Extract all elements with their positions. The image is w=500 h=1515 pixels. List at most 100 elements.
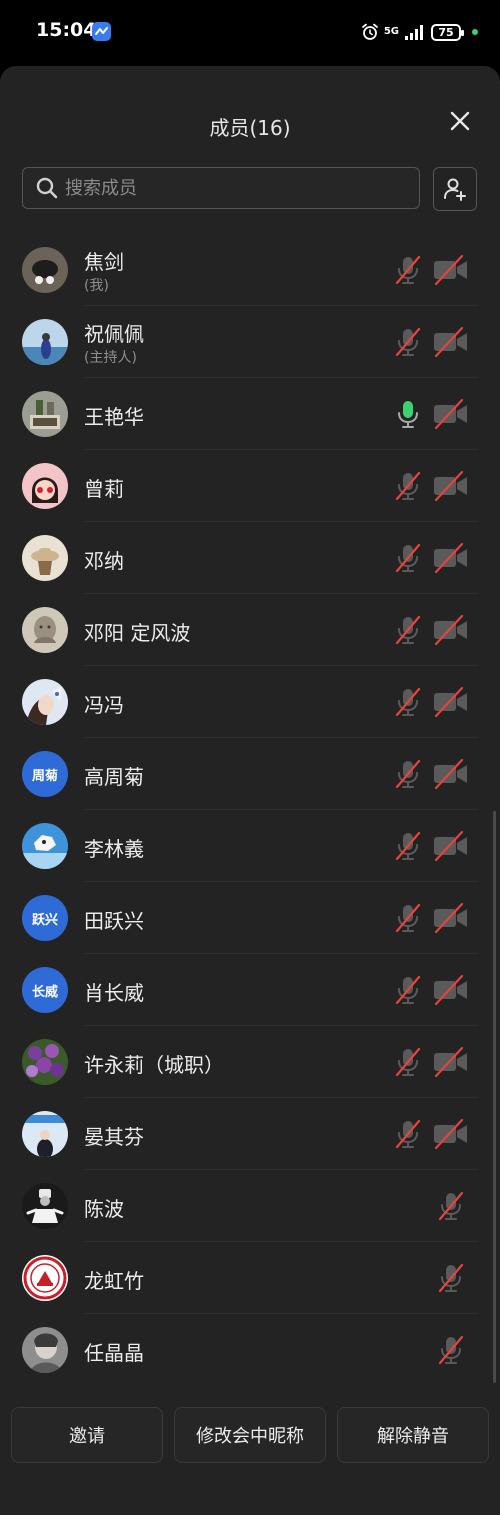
member-row[interactable]: 龙虹竹 [0,1242,500,1314]
mic-muted-icon[interactable] [390,612,426,648]
network-type: 5G [383,26,399,37]
member-name: 冯冯 [84,693,124,717]
member-row[interactable]: 许永莉（城职） [0,1026,500,1098]
avatar [22,1255,68,1301]
member-name: 邓纳 [84,549,124,573]
member-row[interactable]: 晏其芬 [0,1098,500,1170]
mic-muted-icon[interactable] [390,684,426,720]
camera-off-icon[interactable] [432,684,470,720]
alarm-icon [361,23,378,40]
close-button[interactable] [445,106,475,136]
mic-muted-icon[interactable] [390,828,426,864]
member-row[interactable]: 祝佩佩 (主持人) [0,306,500,378]
member-row[interactable]: 周菊 高周菊 [0,738,500,810]
member-name: 许永莉（城职） [84,1053,224,1077]
member-row[interactable]: 曾莉 [0,450,500,522]
member-name: 晏其芬 [84,1125,144,1149]
invite-button[interactable]: 邀请 [11,1407,163,1463]
close-icon [450,111,470,131]
mic-active-icon[interactable] [390,396,426,432]
member-name: 王艳华 [84,405,144,429]
add-user-icon [444,178,466,201]
member-name: 田跃兴 [84,909,144,933]
member-row[interactable]: 陈波 [0,1170,500,1242]
member-row[interactable]: 邓阳 定风波 [0,594,500,666]
panel-title: 成员(16) [209,116,291,140]
member-name: 龙虹竹 [84,1269,144,1293]
unmute-button[interactable]: 解除静音 [337,1407,489,1463]
avatar [22,247,68,293]
mic-muted-icon[interactable] [390,900,426,936]
camera-off-icon[interactable] [432,468,470,504]
avatar: 跃兴 [22,895,68,941]
mic-muted-icon[interactable] [390,324,426,360]
avatar [22,1183,68,1229]
member-name: 肖长威 [84,981,144,1005]
signal-icon [405,25,423,40]
member-name: 焦剑 [84,250,124,274]
camera-off-icon[interactable] [432,396,470,432]
member-row[interactable]: 冯冯 [0,666,500,738]
avatar [22,1039,68,1085]
member-row[interactable]: 长威 肖长威 [0,954,500,1026]
member-name: 高周菊 [84,765,144,789]
app-notification-icon [92,22,111,41]
mic-muted-icon[interactable] [390,252,426,288]
charging-indicator [472,29,478,35]
member-row[interactable]: 李林義 [0,810,500,882]
camera-off-icon[interactable] [432,900,470,936]
camera-off-icon[interactable] [432,756,470,792]
avatar [22,1327,68,1373]
member-name: 陈波 [84,1197,124,1221]
member-role: (主持人) [84,350,137,366]
mic-muted-icon[interactable] [433,1332,469,1368]
member-name: 任晶晶 [84,1341,144,1365]
member-name: 邓阳 定风波 [84,621,191,645]
camera-off-icon[interactable] [432,1044,470,1080]
mic-muted-icon[interactable] [390,972,426,1008]
camera-off-icon[interactable] [432,324,470,360]
mic-muted-icon[interactable] [390,540,426,576]
mic-muted-icon[interactable] [390,1116,426,1152]
camera-off-icon[interactable] [432,540,470,576]
member-row[interactable]: 焦剑 (我) [0,234,500,306]
add-member-button[interactable] [433,167,477,211]
scrollbar[interactable] [493,811,496,1383]
member-name: 祝佩佩 [84,322,144,346]
member-name: 曾莉 [84,477,124,501]
member-row[interactable]: 邓纳 [0,522,500,594]
mic-muted-icon[interactable] [433,1260,469,1296]
mic-muted-icon[interactable] [390,1044,426,1080]
mic-muted-icon[interactable] [390,756,426,792]
battery-icon: 75 [431,23,464,41]
avatar [22,463,68,509]
mic-muted-icon[interactable] [390,468,426,504]
camera-off-icon[interactable] [432,828,470,864]
member-row[interactable]: 跃兴 田跃兴 [0,882,500,954]
member-row[interactable]: 王艳华 [0,378,500,450]
camera-off-icon[interactable] [432,252,470,288]
status-time: 15:04 [36,19,97,41]
search-icon [36,177,58,199]
search-box[interactable] [22,167,420,209]
avatar: 长威 [22,967,68,1013]
member-list: 焦剑 (我) 祝佩佩 (主持人) 王艳华 曾莉 邓纳 邓阳 定风波 冯冯 周菊 … [0,234,500,1386]
avatar [22,679,68,725]
camera-off-icon[interactable] [432,972,470,1008]
camera-off-icon[interactable] [432,1116,470,1152]
avatar [22,535,68,581]
avatar [22,823,68,869]
status-bar: 15:04 5G 75 [0,0,500,64]
member-row[interactable]: 任晶晶 [0,1314,500,1386]
avatar: 周菊 [22,751,68,797]
camera-off-icon[interactable] [432,612,470,648]
avatar [22,319,68,365]
avatar [22,1111,68,1157]
avatar [22,391,68,437]
mic-muted-icon[interactable] [433,1188,469,1224]
avatar [22,607,68,653]
rename-button[interactable]: 修改会中昵称 [174,1407,326,1463]
member-name: 李林義 [84,837,144,861]
status-indicators: 5G 75 [361,20,478,44]
search-input[interactable] [63,169,419,207]
